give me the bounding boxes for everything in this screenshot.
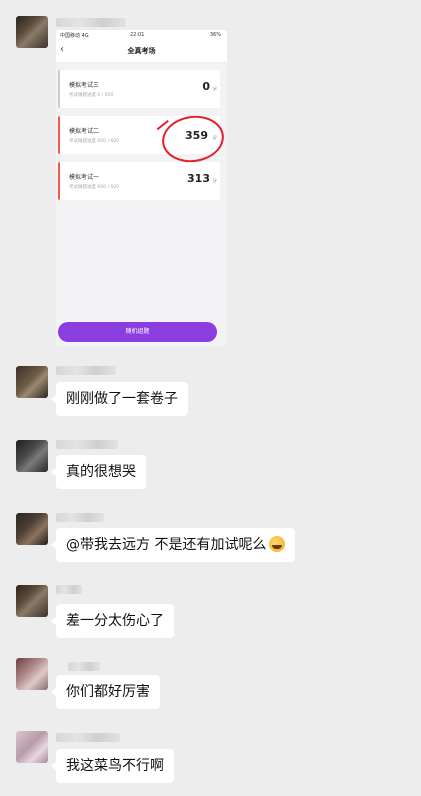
message-bubble[interactable]: 我这菜鸟不行啊 bbox=[51, 749, 174, 783]
nav-bar: ‹ 全真考场 bbox=[56, 40, 227, 63]
chat-window: 中国移动 4G 22:01 36% ‹ 全真考场 模拟考试三 考试做题进度 0 … bbox=[0, 0, 421, 796]
score-unit: 分 bbox=[212, 87, 218, 92]
carrier-text: 中国移动 4G bbox=[60, 33, 89, 39]
exam-card[interactable]: 模拟考试一 考试做题进度 600 / 600 313 分 bbox=[58, 162, 220, 200]
grin-emoji-icon bbox=[269, 536, 286, 552]
exam-name: 模拟考试一 bbox=[69, 174, 100, 181]
nickname-blurred bbox=[56, 440, 118, 449]
avatar[interactable] bbox=[16, 366, 48, 398]
exam-name: 模拟考试二 bbox=[69, 128, 100, 135]
nickname-blurred bbox=[68, 662, 100, 671]
avatar[interactable] bbox=[16, 16, 48, 48]
random-questions-button[interactable]: 随机组题 bbox=[58, 322, 217, 342]
avatar[interactable] bbox=[16, 513, 48, 545]
exam-card[interactable]: 模拟考试三 考试做题进度 0 / 600 0 分 bbox=[58, 70, 220, 108]
screenshot-image[interactable]: 中国移动 4G 22:01 36% ‹ 全真考场 模拟考试三 考试做题进度 0 … bbox=[56, 30, 227, 346]
exam-progress: 考试做题进度 0 / 600 bbox=[69, 93, 114, 98]
nickname-blurred bbox=[56, 18, 126, 27]
nickname-blurred bbox=[56, 366, 116, 375]
message-bubble[interactable]: 差一分太伤心了 bbox=[51, 604, 174, 638]
exam-score: 0 bbox=[202, 80, 210, 93]
message-bubble[interactable]: 你们都好厉害 bbox=[51, 675, 160, 709]
message-bubble[interactable]: 刚刚做了一套卷子 bbox=[51, 382, 188, 416]
exam-score: 313 bbox=[187, 172, 210, 185]
nickname-blurred bbox=[56, 585, 82, 594]
nav-title: 全真考场 bbox=[127, 47, 156, 55]
battery-text: 36% bbox=[209, 32, 221, 38]
avatar[interactable] bbox=[16, 585, 48, 617]
message-text: @带我去远方 不是还有加试呢么 bbox=[66, 537, 267, 553]
score-unit: 分 bbox=[212, 179, 218, 184]
message-bubble[interactable]: 真的很想哭 bbox=[51, 455, 146, 489]
exam-name: 模拟考试三 bbox=[69, 82, 100, 89]
avatar[interactable] bbox=[16, 658, 48, 690]
avatar[interactable] bbox=[16, 731, 48, 763]
nickname-blurred bbox=[56, 513, 104, 522]
exam-progress: 考试做题进度 600 / 600 bbox=[69, 185, 119, 190]
exam-progress: 考试做题进度 600 / 600 bbox=[69, 139, 119, 144]
nickname-blurred bbox=[56, 733, 120, 742]
message-bubble[interactable]: @带我去远方 不是还有加试呢么 bbox=[50, 528, 296, 562]
time-text: 22:01 bbox=[130, 32, 145, 38]
avatar[interactable] bbox=[16, 440, 48, 472]
status-bar: 中国移动 4G 22:01 36% bbox=[56, 30, 227, 40]
